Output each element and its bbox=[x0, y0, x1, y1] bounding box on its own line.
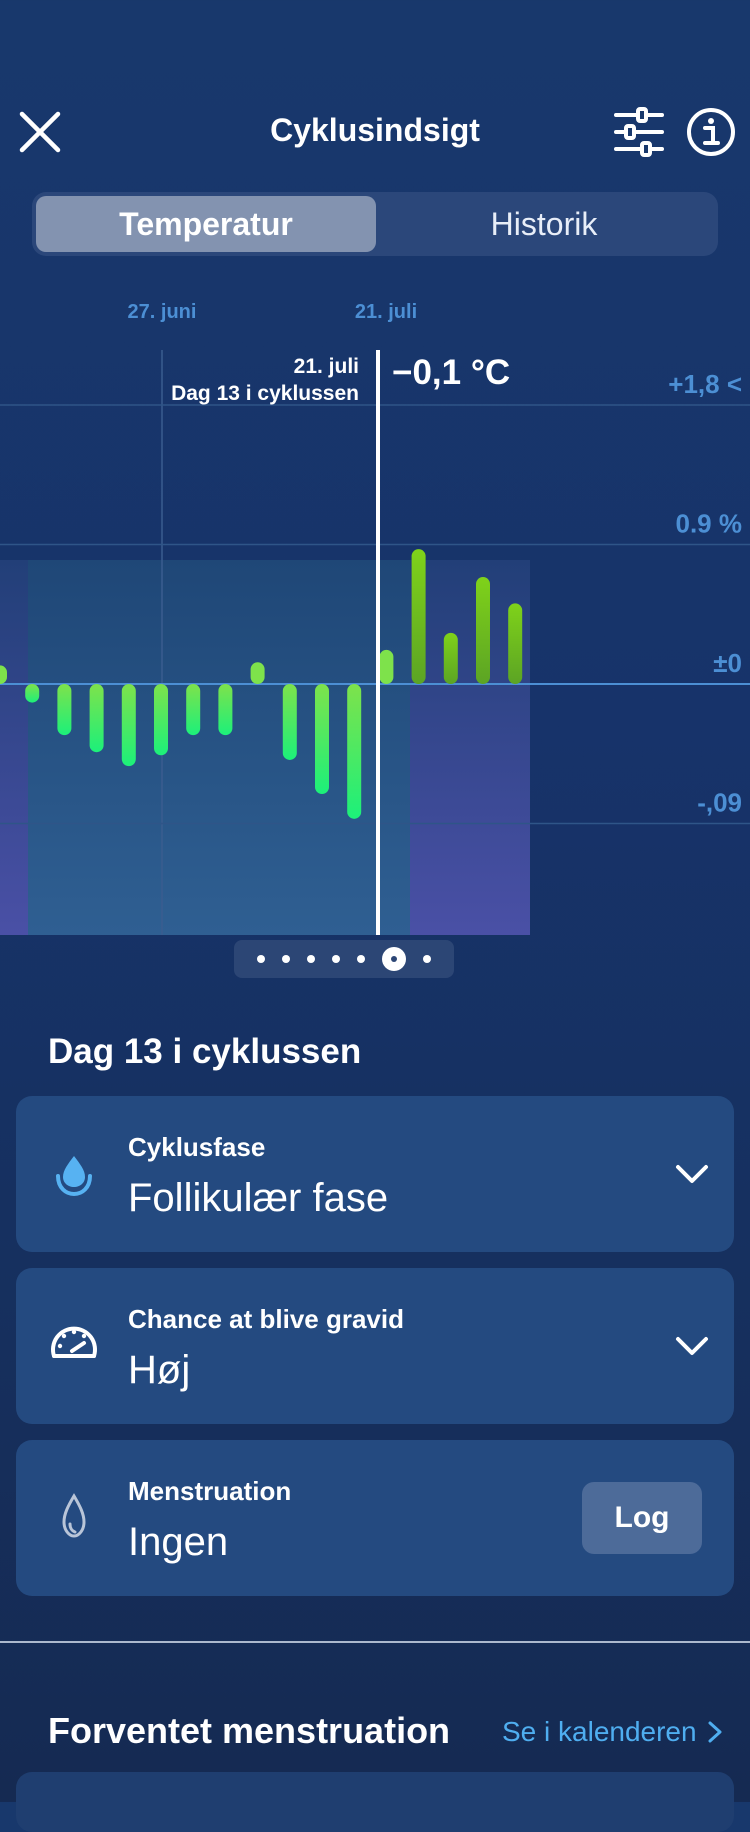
cycle-day-heading: Dag 13 i cyklussen bbox=[48, 1032, 362, 1071]
expected-period-card[interactable] bbox=[16, 1772, 734, 1832]
temperature-bar[interactable] bbox=[250, 662, 265, 684]
tooltip-value: −0,1 °C bbox=[392, 353, 510, 392]
temperature-bar[interactable] bbox=[411, 549, 426, 684]
card-menstruation: Menstruation Ingen Log bbox=[16, 1440, 734, 1596]
card-value: Follikulær fase bbox=[128, 1176, 389, 1220]
temperature-bar[interactable] bbox=[282, 684, 297, 760]
card-label: Cyklusfase bbox=[128, 1132, 266, 1162]
info-button[interactable] bbox=[686, 107, 736, 157]
see-calendar-label: Se i kalenderen bbox=[502, 1716, 697, 1747]
tooltip-cycle-day: Dag 13 i cyklussen bbox=[171, 382, 359, 405]
temperature-bar[interactable] bbox=[476, 577, 490, 684]
date-label: 27. juni bbox=[128, 301, 197, 323]
chevron-down-icon[interactable] bbox=[672, 1154, 712, 1194]
page-indicator[interactable] bbox=[234, 940, 454, 978]
speedometer-icon bbox=[51, 1326, 97, 1358]
filter-button[interactable] bbox=[612, 107, 666, 157]
card-cycle-phase[interactable]: Cyklusfase Follikulær fase bbox=[16, 1096, 734, 1252]
chevron-down-icon[interactable] bbox=[672, 1326, 712, 1366]
expected-period-heading: Forventet menstruation bbox=[48, 1710, 451, 1751]
temperature-bar[interactable] bbox=[89, 684, 104, 753]
card-pregnancy-chance[interactable]: Chance at blive gravid Høj bbox=[16, 1268, 734, 1424]
page-dot[interactable] bbox=[423, 955, 431, 963]
temperature-bar[interactable] bbox=[57, 684, 72, 736]
info-icon bbox=[687, 108, 735, 156]
temperature-bar[interactable] bbox=[379, 649, 394, 684]
temperature-bar[interactable] bbox=[218, 684, 233, 736]
temperature-bar[interactable] bbox=[508, 603, 523, 684]
divider bbox=[0, 1641, 750, 1643]
temperature-chart[interactable]: 27. juni 21. juli 21. juli Dag 13 i cykl… bbox=[0, 280, 750, 1000]
temperature-bar[interactable] bbox=[347, 684, 362, 819]
page-dot[interactable] bbox=[307, 955, 315, 963]
card-label: Chance at blive gravid bbox=[128, 1304, 404, 1334]
phase-band-luteal bbox=[0, 560, 28, 935]
temperature-bar[interactable] bbox=[25, 684, 40, 703]
tab-temperatur[interactable]: Temperatur bbox=[36, 196, 376, 252]
tooltip-date: 21. juli bbox=[294, 355, 359, 378]
y-tick-label: ±0 bbox=[713, 648, 742, 678]
page-dot[interactable] bbox=[282, 955, 290, 963]
date-label: 21. juli bbox=[355, 301, 417, 323]
drop-icon bbox=[56, 1156, 92, 1197]
page-dot[interactable] bbox=[332, 955, 340, 963]
card-label: Menstruation bbox=[128, 1476, 292, 1506]
tab-historik[interactable]: Historik bbox=[374, 196, 714, 252]
y-tick-label: -,09 bbox=[697, 788, 742, 818]
y-tick-labels: +1,8 < 0.9 % ±0 -,09 bbox=[668, 369, 742, 818]
page-dot[interactable] bbox=[357, 955, 365, 963]
chevron-right-icon bbox=[708, 1721, 722, 1743]
temperature-bar[interactable] bbox=[186, 684, 201, 736]
card-value: Ingen bbox=[128, 1520, 229, 1564]
y-tick-label: 0.9 % bbox=[676, 509, 743, 539]
log-button[interactable]: Log bbox=[582, 1482, 702, 1554]
see-calendar-link[interactable]: Se i kalenderen bbox=[502, 1716, 723, 1748]
temperature-bar[interactable] bbox=[154, 684, 168, 756]
drop-outline-icon bbox=[62, 1493, 86, 1538]
sliders-icon bbox=[614, 107, 664, 157]
y-tick-label: +1,8 < bbox=[668, 369, 742, 399]
card-value: Høj bbox=[128, 1348, 191, 1392]
segmented-control: Temperatur Historik bbox=[32, 192, 718, 256]
page-dot[interactable] bbox=[382, 947, 406, 971]
page-dot[interactable] bbox=[257, 955, 265, 963]
temperature-bar[interactable] bbox=[121, 684, 136, 767]
temperature-bar[interactable] bbox=[315, 684, 329, 795]
temperature-bar[interactable] bbox=[443, 632, 458, 684]
